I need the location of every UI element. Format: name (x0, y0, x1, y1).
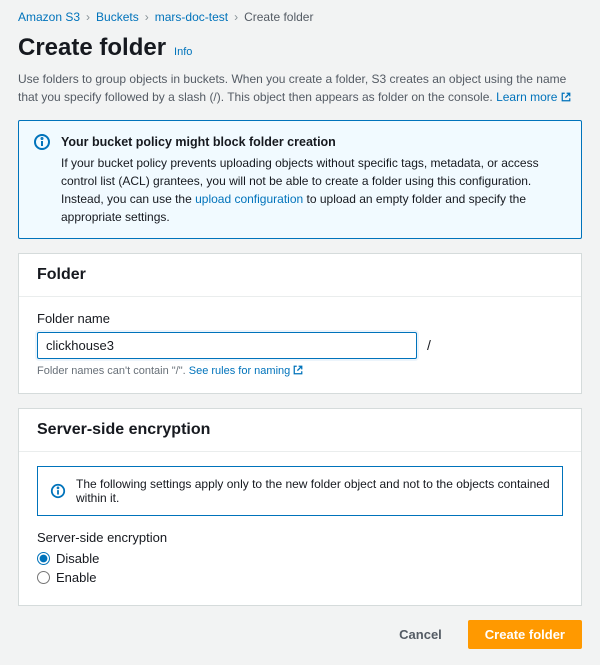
sse-enable-radio[interactable] (37, 571, 50, 584)
sse-disable-option[interactable]: Disable (37, 551, 563, 566)
breadcrumb-buckets[interactable]: Buckets (96, 10, 139, 24)
policy-block-alert: Your bucket policy might block folder cr… (18, 120, 582, 239)
footer-actions: Cancel Create folder (18, 620, 582, 649)
folder-panel: Folder Folder name / Folder names can't … (18, 253, 582, 394)
learn-more-text: Learn more (496, 90, 557, 104)
breadcrumb-bucket[interactable]: mars-doc-test (155, 10, 228, 24)
page-title-text: Create folder (18, 34, 166, 62)
page-title: Create folder Info (18, 34, 582, 62)
folder-name-label: Folder name (37, 311, 563, 326)
learn-more-link[interactable]: Learn more (496, 90, 571, 104)
breadcrumb-root[interactable]: Amazon S3 (18, 10, 80, 24)
intro-text: Use folders to group objects in buckets.… (18, 72, 566, 104)
cancel-button[interactable]: Cancel (383, 620, 458, 649)
chevron-right-icon: › (86, 10, 90, 24)
breadcrumb: Amazon S3 › Buckets › mars-doc-test › Cr… (18, 10, 582, 24)
page-intro: Use folders to group objects in buckets.… (18, 70, 582, 106)
alert-title: Your bucket policy might block folder cr… (61, 133, 567, 152)
sse-info-box: The following settings apply only to the… (37, 466, 563, 516)
folder-panel-title: Folder (19, 254, 581, 297)
sse-info-text: The following settings apply only to the… (76, 477, 550, 505)
chevron-right-icon: › (234, 10, 238, 24)
folder-slash: / (427, 337, 431, 353)
info-icon (50, 483, 66, 499)
upload-config-link[interactable]: upload configuration (195, 192, 303, 206)
folder-hint: Folder names can't contain "/". (37, 365, 189, 377)
create-folder-button[interactable]: Create folder (468, 620, 582, 649)
sse-enable-label: Enable (56, 570, 96, 585)
chevron-right-icon: › (145, 10, 149, 24)
sse-disable-label: Disable (56, 551, 99, 566)
external-link-icon (293, 365, 303, 375)
naming-rules-text: See rules for naming (189, 365, 291, 377)
folder-name-input[interactable] (37, 332, 417, 359)
info-link[interactable]: Info (174, 46, 192, 58)
naming-rules-link[interactable]: See rules for naming (189, 365, 304, 377)
sse-panel: Server-side encryption The following set… (18, 408, 582, 606)
sse-group-label: Server-side encryption (37, 530, 563, 545)
sse-enable-option[interactable]: Enable (37, 570, 563, 585)
info-icon (33, 133, 51, 226)
sse-panel-title: Server-side encryption (19, 409, 581, 452)
breadcrumb-current: Create folder (244, 10, 313, 24)
external-link-icon (561, 92, 571, 102)
